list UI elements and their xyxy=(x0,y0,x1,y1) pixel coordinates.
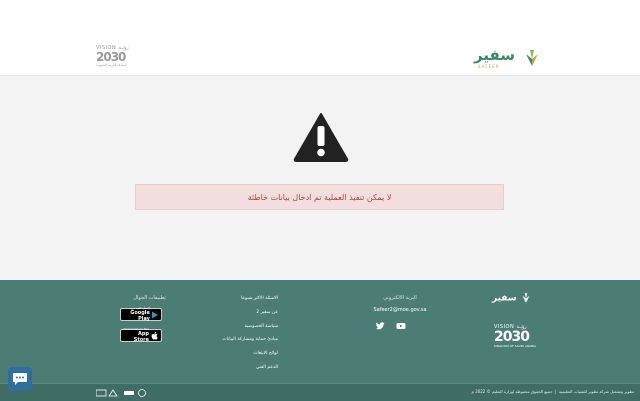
footer-link-regulations[interactable]: لوائح الابتعاث xyxy=(190,350,278,364)
twitter-icon[interactable] xyxy=(375,321,385,331)
site-header: VISION رؤيـة 2030 المملكة العربية السعود… xyxy=(0,0,640,76)
google-play-icon xyxy=(151,311,158,318)
vision-2030-logo: VISION رؤيـة 2030 المملكة العربية السعود… xyxy=(96,45,129,67)
warning-triangle-icon xyxy=(293,113,349,162)
footer-bottom-bar: تطوير وتشغيل شركة تطوير للتقنيات التعليم… xyxy=(0,383,640,401)
chat-support-button[interactable] xyxy=(8,367,32,391)
footer-vision-2030-logo: VISION رؤيـة 2030 KINGDOM OF SAUDI ARABI… xyxy=(494,324,537,348)
app-store-button[interactable]: Download on the App Store xyxy=(120,328,162,343)
google-play-button[interactable]: احصل عليه من Google Play xyxy=(120,307,162,322)
site-footer: سفير VISION رؤيـة 2030 KINGDOM OF SAUDI … xyxy=(0,280,640,401)
chat-bubble-icon xyxy=(13,373,27,385)
developer-logos xyxy=(96,389,146,397)
footer-safeer-logo[interactable]: سفير xyxy=(492,292,532,304)
error-alert: لا يمكن تنفيذ العملية تم ادخال بيانات خا… xyxy=(135,184,504,210)
leaf-emblem-icon xyxy=(522,293,530,303)
email-title: البريد الالكتروني xyxy=(383,295,417,301)
footer-links: الاسئلة الاكثر شيوعا عن سفير 2 سياسة الخ… xyxy=(190,295,278,378)
copyright-text: تطوير وتشغيل شركة تطوير للتقنيات التعليم… xyxy=(471,389,634,394)
youtube-icon[interactable] xyxy=(396,321,406,331)
footer-link-about[interactable]: عن سفير 2 xyxy=(190,309,278,323)
error-message: لا يمكن تنفيذ العملية تم ادخال بيانات خا… xyxy=(247,192,392,202)
safeer-logo[interactable]: سفير SAFEER xyxy=(474,46,544,72)
footer-link-data-principles[interactable]: مبادئ حماية ومشاركة البيانات xyxy=(190,336,278,350)
logo-subtext: SAFEER xyxy=(478,64,500,69)
leaf-emblem-icon xyxy=(526,50,538,66)
apple-icon xyxy=(151,331,158,340)
logo-text: سفير xyxy=(474,46,516,64)
email-link[interactable]: Safeer2@moe.gov.sa xyxy=(360,307,440,313)
footer-link-faq[interactable]: الاسئلة الاكثر شيوعا xyxy=(190,295,278,309)
apps-title: تطبيقات الجوال xyxy=(133,295,166,301)
footer-link-support[interactable]: الدعم الفني xyxy=(190,364,278,378)
footer-link-privacy[interactable]: سياسة الخصوصية xyxy=(190,323,278,337)
